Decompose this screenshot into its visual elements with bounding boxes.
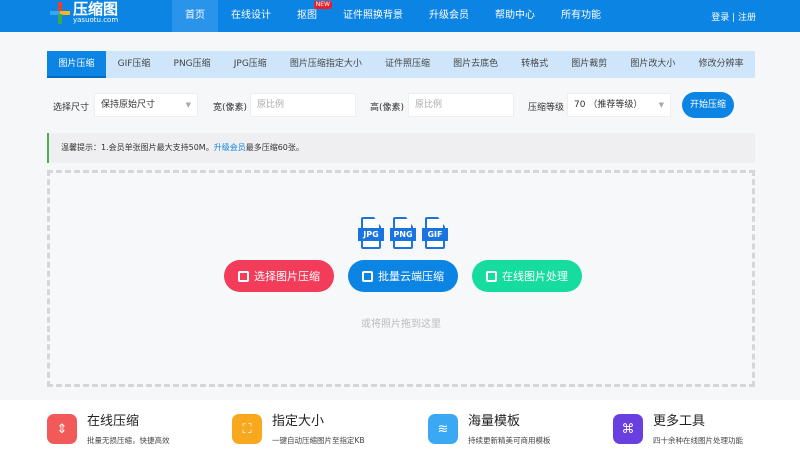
size-label: 选择尺寸 (53, 103, 90, 113)
tool-tabs: 图片压缩 GIF压缩 PNG压缩 JPG压缩 图片压缩指定大小 证件照压缩 图片… (47, 51, 755, 78)
zip-file-icon (362, 270, 373, 282)
nav-cutout[interactable]: 抠图 NEW (284, 0, 332, 32)
tab-remove-background[interactable]: 图片去底色 (442, 51, 510, 78)
logo-domain: yasuotu.com (73, 16, 119, 24)
options-form: 选择尺寸 保持原始尺寸 ▼ 宽(像素) 原比例 高(像素) 原比例 压缩等级 70… (53, 92, 753, 119)
layers-icon: ≋ (428, 414, 458, 444)
image-icon (238, 270, 249, 282)
tab-convert-format[interactable]: 转格式 (510, 51, 560, 78)
height-label: 高(像素) (370, 103, 405, 113)
feature-templates[interactable]: ≋ 海量模板 持续更新精美可商用模板 (428, 414, 551, 446)
tab-image-compress[interactable]: 图片压缩 (47, 51, 107, 78)
size-select[interactable]: 保持原始尺寸 ▼ (94, 93, 198, 117)
nav-help[interactable]: 帮助中心 (482, 0, 548, 32)
width-label: 宽(像素) (213, 103, 248, 113)
tab-crop[interactable]: 图片裁剪 (560, 51, 619, 78)
level-select[interactable]: 70 （推荐等级） ▼ (567, 93, 671, 117)
feature-fixed-size[interactable]: ⛶ 指定大小 一键自动压缩图片至指定KB (232, 414, 365, 446)
tab-gif-compress[interactable]: GIF压缩 (106, 51, 162, 78)
tip-banner: 温馨提示：1.会员单张图片最大支持50M。升级会员最多压缩60张。 (47, 133, 755, 163)
nav-home[interactable]: 首页 (172, 0, 218, 32)
caret-down-icon: ▼ (658, 101, 664, 109)
batch-cloud-compress-button[interactable]: 批量云端压缩 (348, 260, 458, 292)
online-image-edit-button[interactable]: 在线图片处理 (472, 260, 582, 292)
tools-icon: ⌘ (613, 414, 643, 444)
logo-title: 压缩图 (73, 0, 119, 18)
select-image-button[interactable]: 选择图片压缩 (224, 260, 334, 292)
caret-down-icon: ▼ (185, 101, 191, 109)
compress-icon: ⇕ (47, 414, 77, 444)
start-compress-button[interactable]: 开始压缩 (682, 92, 734, 118)
tab-resolution[interactable]: 修改分辨率 (687, 51, 755, 78)
top-header: 压缩图 yasuotu.com 首页 在线设计 抠图 NEW 证件照换背景 升级会… (0, 0, 800, 32)
file-type-icons: JPG PNG GIF (358, 217, 448, 249)
gif-file-icon: GIF (422, 217, 448, 249)
tab-id-photo-compress[interactable]: 证件照压缩 (373, 51, 441, 78)
tab-resize[interactable]: 图片改大小 (619, 51, 687, 78)
edit-image-icon (486, 270, 497, 282)
height-input[interactable]: 原比例 (408, 93, 514, 117)
png-file-icon: PNG (390, 217, 416, 249)
jpg-file-icon: JPG (358, 217, 384, 249)
feature-more-tools[interactable]: ⌘ 更多工具 四十余种在线图片处理功能 (613, 414, 743, 446)
nav-all-features[interactable]: 所有功能 (548, 0, 614, 32)
upgrade-link[interactable]: 升级会员 (214, 143, 246, 152)
nav-upgrade[interactable]: 升级会员 (416, 0, 482, 32)
feature-strip: ⇕ 在线压缩 批量无损压缩，快捷高效 ⛶ 指定大小 一键自动压缩图片至指定KB ≋ … (0, 400, 800, 459)
nav-online-design[interactable]: 在线设计 (218, 0, 284, 32)
logo[interactable]: 压缩图 yasuotu.com (50, 2, 118, 24)
feature-online-compress[interactable]: ⇕ 在线压缩 批量无损压缩，快捷高效 (47, 414, 170, 446)
tab-jpg-compress[interactable]: JPG压缩 (222, 51, 278, 78)
tab-compress-to-size[interactable]: 图片压缩指定大小 (278, 51, 373, 78)
nav-id-photo-bg[interactable]: 证件照换背景 (330, 0, 416, 32)
resize-icon: ⛶ (232, 414, 262, 444)
level-label: 压缩等级 (528, 103, 565, 113)
drop-zone[interactable]: JPG PNG GIF 选择图片压缩 批量云端压缩 在线图片处理 或将照片拖到这… (47, 170, 755, 387)
logo-cross-icon (50, 2, 70, 24)
main-nav: 首页 在线设计 抠图 NEW 证件照换背景 升级会员 帮助中心 所有功能 (172, 0, 614, 32)
login-register-link[interactable]: 登录 | 注册 (711, 10, 756, 23)
width-input[interactable]: 原比例 (250, 93, 356, 117)
drop-hint: 或将照片拖到这里 (361, 319, 441, 330)
tab-png-compress[interactable]: PNG压缩 (162, 51, 222, 78)
